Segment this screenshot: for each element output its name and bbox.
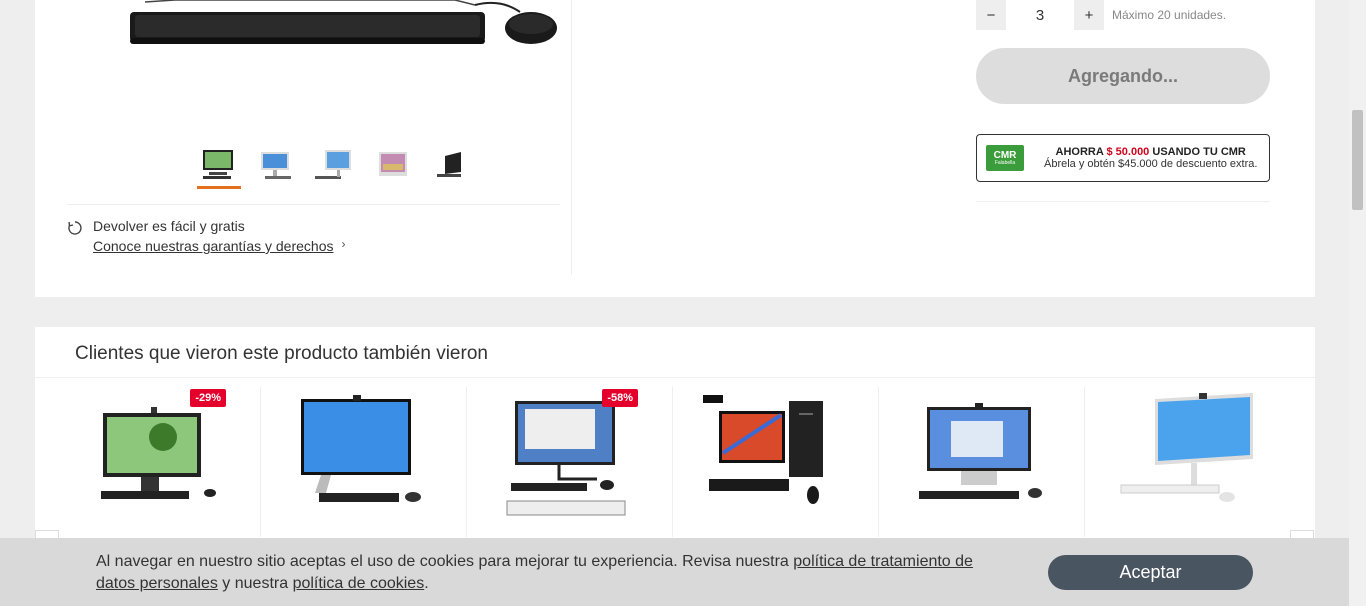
product-card[interactable]: -29%: [55, 387, 261, 537]
cmr-subtext: Ábrela y obtén $45.000 de descuento extr…: [1044, 158, 1258, 170]
product-main-image[interactable]: [125, 0, 565, 110]
accept-cookies-button[interactable]: Aceptar: [1048, 555, 1253, 590]
add-to-cart-button[interactable]: Agregando...: [976, 48, 1270, 104]
warranty-link[interactable]: Conoce nuestras garantías y derechos: [93, 238, 333, 254]
product-image: [1120, 393, 1253, 502]
quantity-stepper: − 3 + Máximo 20 unidades.: [976, 0, 1226, 30]
discount-badge: -58%: [602, 389, 638, 407]
cmr-banner[interactable]: CMR Falabella AHORRA $ 50.000 USANDO TU …: [976, 134, 1270, 182]
max-units-label: Máximo 20 unidades.: [1112, 8, 1227, 22]
product-gallery: Devolver es fácil y gratis Conoce nuestr…: [67, 0, 572, 275]
quantity-input[interactable]: 3: [1006, 7, 1074, 24]
thumbnail-5[interactable]: [429, 145, 473, 185]
product-image: [919, 403, 1042, 499]
product-card[interactable]: [879, 387, 1085, 537]
divider: [976, 201, 1270, 202]
thumbnail-strip: [197, 145, 473, 189]
product-image: [301, 395, 421, 502]
cmr-logo: CMR Falabella: [986, 145, 1024, 171]
product-image: [703, 395, 823, 504]
cookie-message: Al navegar en nuestro sitio aceptas el u…: [96, 553, 973, 592]
product-image: [101, 407, 216, 499]
product-image: [506, 401, 626, 516]
thumbnail-1[interactable]: [197, 145, 241, 189]
increment-button[interactable]: +: [1074, 0, 1104, 30]
product-card[interactable]: [261, 387, 467, 537]
divider: [67, 204, 560, 205]
section-title: Clientes que vieron este producto tambié…: [75, 343, 488, 364]
cmr-headline: AHORRA $ 50.000 USANDO TU CMR: [1055, 146, 1246, 158]
cookie-banner: Al navegar en nuestro sitio aceptas el u…: [0, 538, 1349, 606]
thumbnail-4[interactable]: [371, 145, 415, 185]
product-card[interactable]: -58%: [467, 387, 673, 537]
product-card: Devolver es fácil y gratis Conoce nuestr…: [35, 0, 1315, 297]
product-card[interactable]: [673, 387, 879, 537]
divider: [35, 377, 1315, 378]
return-icon: [68, 221, 82, 235]
returns-info: Devolver es fácil y gratis Conoce nuestr…: [67, 218, 345, 254]
product-card[interactable]: [1085, 387, 1291, 537]
returns-title: Devolver es fácil y gratis: [93, 218, 245, 234]
product-carousel: -29% -58%: [55, 387, 1291, 537]
decrement-button[interactable]: −: [976, 0, 1006, 30]
page-scrollbar[interactable]: [1349, 0, 1366, 606]
thumbnail-3[interactable]: [313, 145, 357, 185]
chevron-right-icon: ›: [341, 237, 346, 251]
scrollbar-thumb[interactable]: [1352, 110, 1363, 210]
thumbnail-2[interactable]: [255, 145, 299, 185]
cookie-policy-link[interactable]: política de cookies: [293, 575, 425, 592]
discount-badge: -29%: [190, 389, 226, 407]
